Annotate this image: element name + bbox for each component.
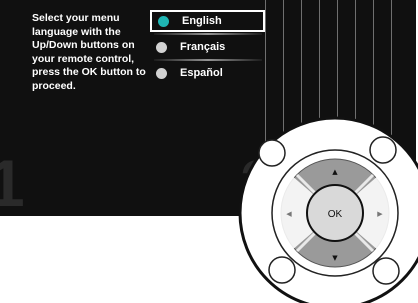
remote-dpad-illustration: OK ▲ ▼ ◀ ▶ — [238, 116, 418, 303]
right-arrow-icon: ▶ — [377, 210, 383, 218]
up-arrow-icon: ▲ — [332, 168, 338, 176]
left-arrow-icon: ◀ — [286, 210, 292, 218]
ok-label: OK — [328, 209, 343, 220]
down-arrow-icon: ▼ — [332, 254, 338, 262]
